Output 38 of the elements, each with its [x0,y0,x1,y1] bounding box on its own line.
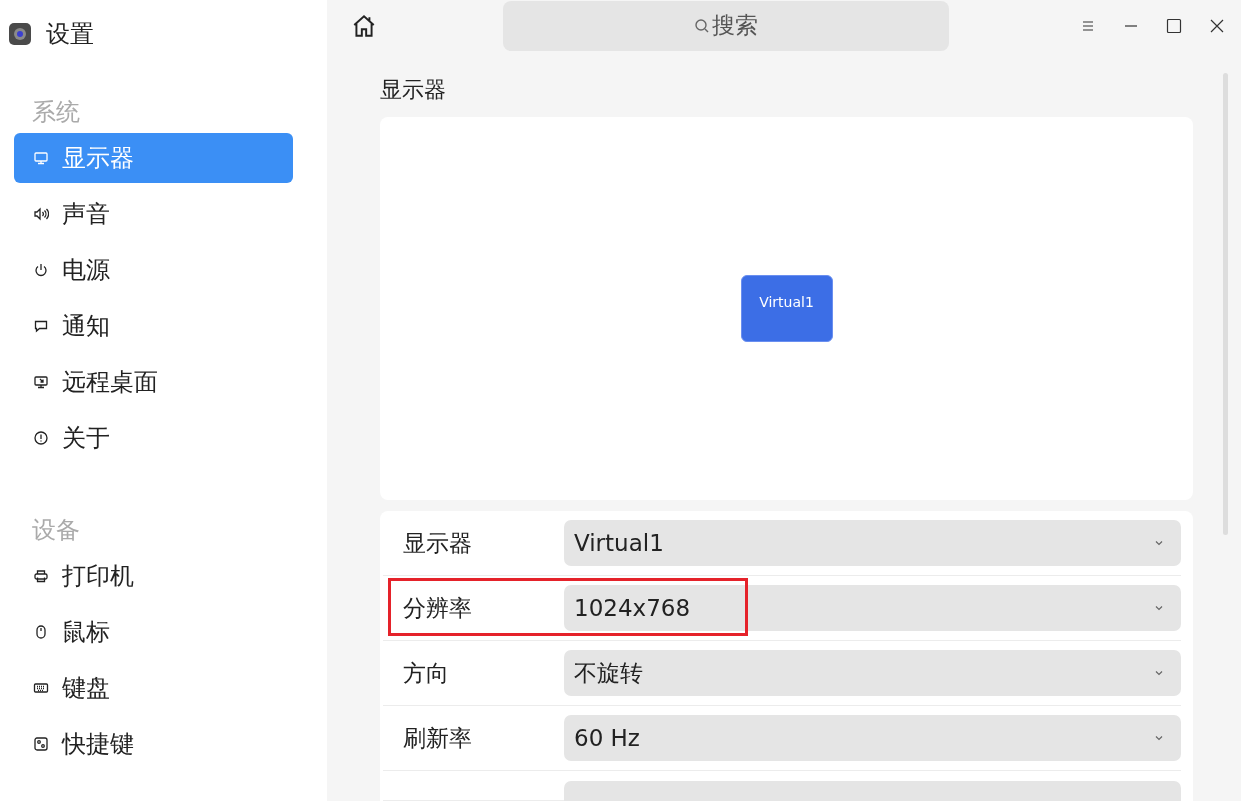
maximize-icon[interactable] [1166,17,1182,34]
page-title: 显示器 [380,76,447,104]
sidebar-item[interactable]: 鼠标 [14,607,293,657]
printer-icon [33,568,49,584]
sidebar-item[interactable]: 键盘 [14,663,293,713]
setting-label: 显示器 [402,528,473,558]
monitor-icon [33,374,49,390]
dropdown[interactable]: Virtual1 [564,520,1181,566]
keyboard-icon [33,680,49,696]
sidebar-item[interactable]: 关于 [14,413,293,463]
dropdown[interactable]: 1024x768 [564,585,1181,631]
chat-bubble-icon [33,318,49,334]
section-title: 系统 [31,97,81,128]
setting-label: 方向 [402,658,450,688]
sidebar-item[interactable]: 快捷键 [14,719,293,769]
speaker-icon [33,206,49,222]
power-icon [33,262,49,278]
search-icon [694,17,710,34]
dropdown[interactable]: 不旋转 [564,650,1181,696]
close-icon[interactable] [1209,17,1225,34]
settings-icon [8,22,32,46]
home-icon[interactable] [351,12,377,39]
dropdown[interactable]: 60 Hz [564,715,1181,761]
window-title: 设置 [46,19,94,50]
search-field[interactable]: 搜索 [503,0,949,51]
shortcut-icon [33,736,49,752]
monitor-tile[interactable]: Virtual1 [740,275,833,342]
sidebar-item[interactable]: 远程桌面 [14,357,293,407]
sidebar-item[interactable]: 打印机 [14,551,293,601]
setting-label: 分辨率 [402,593,473,623]
sidebar-item[interactable]: 电源 [14,245,293,295]
mouse-icon [33,624,49,640]
exclamation-icon [33,430,49,446]
sidebar-item[interactable]: 通知 [14,301,293,351]
monitor-icon [33,150,49,166]
section-title: 设备 [31,515,81,546]
sidebar-item[interactable]: 声音 [14,189,293,239]
setting-label: 刷新率 [402,723,473,753]
